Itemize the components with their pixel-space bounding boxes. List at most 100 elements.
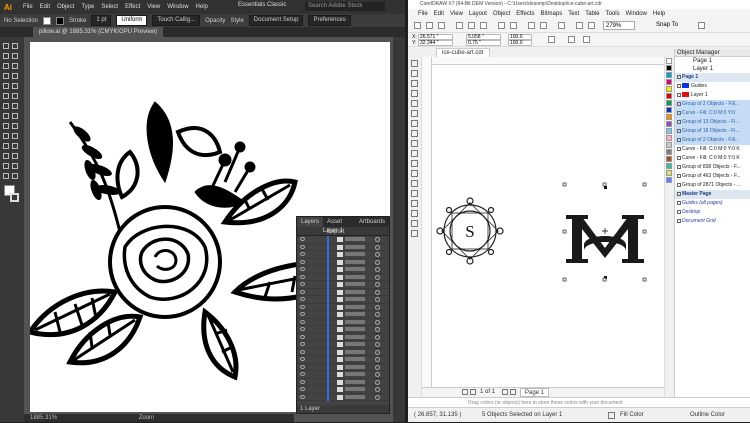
- paste-icon[interactable]: [480, 22, 487, 29]
- visibility-eye-icon[interactable]: [300, 372, 305, 376]
- vertical-ruler[interactable]: [422, 57, 432, 387]
- shape-builder-icon[interactable]: [3, 123, 9, 129]
- perspective-grid-icon[interactable]: [12, 123, 18, 129]
- scale-tool-icon[interactable]: [12, 103, 18, 109]
- target-circle-icon[interactable]: [375, 237, 380, 242]
- snap-to-dropdown[interactable]: Snap To: [656, 21, 678, 30]
- visibility-eye-icon[interactable]: [300, 267, 305, 271]
- sublayer-row[interactable]: [297, 303, 389, 311]
- full-screen-icon[interactable]: [576, 22, 583, 29]
- ai-document-tab[interactable]: pillow.ai @ 1885.31% (CMYK/GPU Preview): [33, 27, 164, 37]
- target-circle-icon[interactable]: [375, 252, 380, 257]
- ai-menu-window[interactable]: Window: [167, 4, 188, 10]
- rectangle-tool-icon[interactable]: [3, 83, 9, 89]
- first-page-icon[interactable]: [462, 389, 468, 395]
- object-tree-row[interactable]: Group of 2871 Objects - ...: [675, 181, 750, 190]
- pencil-icon[interactable]: [3, 93, 9, 99]
- sublayer-row[interactable]: [297, 356, 389, 364]
- workspace-switcher[interactable]: Essentials Classic: [238, 2, 286, 8]
- sublayer-row[interactable]: [297, 348, 389, 356]
- target-circle-icon[interactable]: [375, 342, 380, 347]
- target-circle-icon[interactable]: [375, 387, 380, 392]
- sublayer-row[interactable]: [297, 318, 389, 326]
- visibility-eye-icon[interactable]: [300, 334, 305, 339]
- parallel-dimension-icon[interactable]: [411, 160, 418, 167]
- expand-icon[interactable]: [677, 191, 681, 196]
- paintbrush-icon[interactable]: [12, 83, 18, 89]
- drop-shadow-icon[interactable]: [411, 180, 418, 187]
- target-circle-icon[interactable]: [375, 267, 380, 272]
- freehand-tool-icon[interactable]: [411, 100, 418, 107]
- palette-swatch[interactable]: [666, 121, 672, 127]
- export-icon[interactable]: [540, 22, 547, 29]
- y-position-field[interactable]: 32.344 ": [418, 40, 453, 46]
- expand-icon[interactable]: [677, 209, 681, 214]
- height-field[interactable]: 0.75 ": [466, 40, 501, 46]
- target-circle-icon[interactable]: [375, 282, 380, 287]
- warp-tool-icon[interactable]: [3, 113, 9, 119]
- rotate-tool-icon[interactable]: [3, 103, 9, 109]
- cd-menu-tools[interactable]: Tools: [606, 9, 620, 19]
- expand-icon[interactable]: [677, 155, 681, 160]
- ai-menu-edit[interactable]: Edit: [40, 4, 50, 10]
- tab-layers[interactable]: Layers: [297, 217, 324, 227]
- sublayer-row[interactable]: [297, 378, 389, 386]
- smart-fill-icon[interactable]: [411, 220, 418, 227]
- document-palette-bar[interactable]: Drag colors (or objects) here to store t…: [408, 397, 750, 407]
- visibility-eye-icon[interactable]: [300, 379, 305, 384]
- palette-swatch[interactable]: [666, 149, 672, 155]
- magic-wand-icon[interactable]: [3, 53, 9, 59]
- page-1-tab[interactable]: Page 1: [520, 388, 550, 397]
- palette-swatch[interactable]: [666, 93, 672, 99]
- cd-menu-text[interactable]: Text: [568, 9, 579, 19]
- symbol-sprayer-icon[interactable]: [3, 153, 9, 159]
- expand-icon[interactable]: [677, 173, 681, 178]
- polygon-tool-icon[interactable]: [411, 140, 418, 147]
- sublayer-row[interactable]: [297, 243, 389, 251]
- transparency-icon[interactable]: [411, 190, 418, 197]
- expand-icon[interactable]: [677, 74, 681, 79]
- expand-icon[interactable]: [677, 92, 681, 97]
- visibility-eye-icon[interactable]: [300, 394, 305, 399]
- selection-tool-icon[interactable]: [3, 43, 9, 49]
- visibility-eye-icon[interactable]: [300, 244, 305, 249]
- object-tree-row[interactable]: Group of 2 Objects - Fill...: [675, 100, 750, 109]
- line-tool-icon[interactable]: [12, 73, 18, 79]
- target-circle-icon[interactable]: [375, 334, 380, 340]
- palette-swatch[interactable]: [666, 142, 672, 148]
- target-circle-icon[interactable]: [375, 349, 380, 355]
- sublayer-row[interactable]: [297, 326, 389, 334]
- hand-tool-icon[interactable]: [3, 173, 9, 179]
- cd-menu-file[interactable]: File: [418, 9, 428, 19]
- zoom-tool-icon[interactable]: [411, 90, 418, 97]
- cd-menu-table[interactable]: Table: [585, 9, 599, 19]
- ai-menu-help[interactable]: Help: [196, 4, 208, 10]
- sublayer-row[interactable]: [297, 288, 389, 296]
- visibility-eye-icon[interactable]: [300, 327, 305, 331]
- sublayer-row[interactable]: [297, 266, 389, 274]
- target-circle-icon[interactable]: [375, 394, 380, 400]
- tab-asset-export[interactable]: Asset Export: [323, 217, 355, 235]
- object-tree-row[interactable]: Curve - Fill: C:0 M:0 Y:0 K: [675, 145, 750, 154]
- rulers-icon[interactable]: [588, 22, 595, 29]
- object-tree-row[interactable]: Group of 463 Objects - F...: [675, 172, 750, 181]
- expand-icon[interactable]: [677, 119, 681, 124]
- interactive-fill-icon[interactable]: [411, 210, 418, 217]
- sublayer-row[interactable]: [297, 251, 389, 259]
- visibility-eye-icon[interactable]: [300, 357, 305, 361]
- sublayer-row[interactable]: [297, 236, 389, 244]
- ai-menu-effect[interactable]: Effect: [125, 4, 140, 10]
- connector-tool-icon[interactable]: [411, 170, 418, 177]
- expand-icon[interactable]: [677, 218, 681, 223]
- target-circle-icon[interactable]: [375, 244, 380, 250]
- import-icon[interactable]: [528, 22, 535, 29]
- curvature-tool-icon[interactable]: [12, 63, 18, 69]
- artistic-media-icon[interactable]: [411, 110, 418, 117]
- direct-select-tool-icon[interactable]: [12, 43, 18, 49]
- lock-ratio-icon[interactable]: [548, 36, 555, 43]
- target-circle-icon[interactable]: [375, 289, 380, 295]
- visibility-eye-icon[interactable]: [300, 312, 305, 316]
- mesh-tool-icon[interactable]: [3, 133, 9, 139]
- rectangle-tool-icon[interactable]: [411, 120, 418, 127]
- sublayer-row[interactable]: [297, 386, 389, 394]
